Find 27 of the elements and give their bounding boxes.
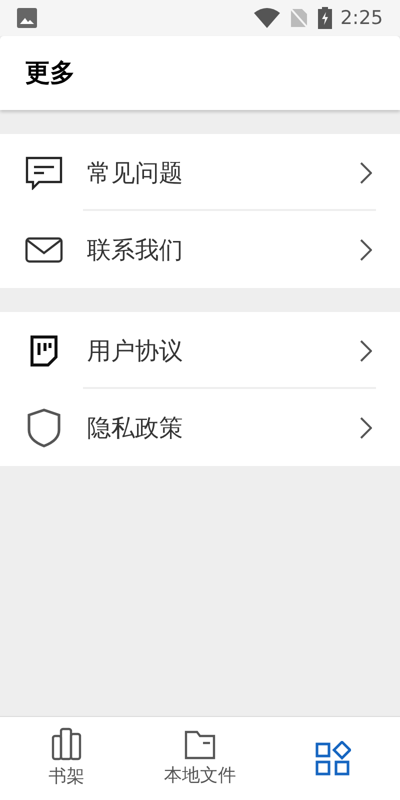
envelope-icon [25, 236, 63, 262]
folder-icon [184, 728, 216, 760]
menu-item[interactable]: 隐私政策 [0, 389, 400, 466]
document-icon [28, 334, 60, 366]
battery-charging-icon [318, 7, 332, 29]
menu-item[interactable]: 常见问题 [0, 134, 400, 211]
page-title: 更多 [25, 57, 75, 90]
menu-label: 用户协议 [87, 336, 184, 366]
menu-label: 隐私政策 [87, 412, 184, 444]
menu-item[interactable]: 用户协议 [0, 312, 400, 389]
chevron-right-icon [360, 340, 372, 362]
grid-icon [315, 740, 352, 776]
chevron-right-icon [360, 238, 372, 260]
nav-tab[interactable]: 书架 [0, 717, 134, 800]
menu-label: 常见问题 [87, 158, 184, 188]
menu-label: 联系我们 [87, 234, 184, 266]
no-sim-icon [290, 8, 308, 28]
chevron-right-icon [360, 416, 372, 438]
status-time: 2:25 [340, 6, 383, 31]
wifi-icon [254, 8, 280, 28]
chat-icon [25, 156, 63, 190]
menu-item[interactable]: 联系我们 [0, 211, 400, 288]
image-icon [17, 8, 37, 28]
chevron-right-icon [360, 162, 372, 184]
nav-tab[interactable]: 本地文件 [133, 717, 267, 800]
books-icon [50, 727, 83, 761]
shield-icon [27, 408, 61, 448]
